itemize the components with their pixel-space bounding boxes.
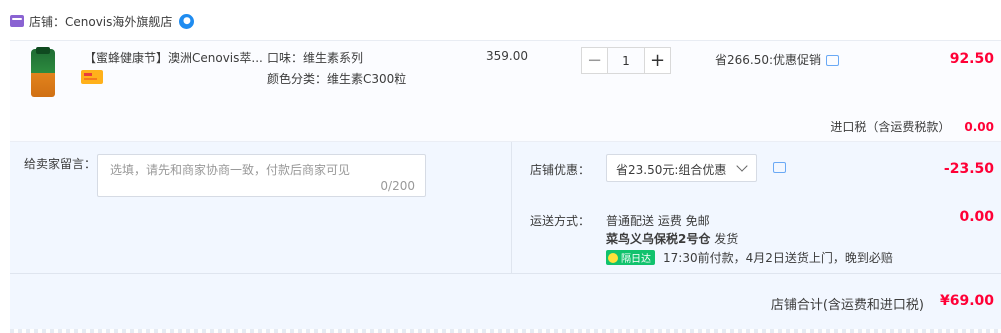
quantity-input[interactable]: 1	[608, 47, 644, 74]
message-textarea[interactable]: 选填，请先和商家协商一致，付款后商家可见 0/200	[97, 154, 426, 197]
bottle-image	[31, 47, 55, 97]
store-discount-label: 店铺优惠：	[530, 163, 591, 177]
promo-card-icon	[81, 70, 103, 84]
increase-quantity-button[interactable]: +	[644, 47, 671, 74]
message-char-count: 0/200	[380, 179, 415, 193]
import-tax-row: 进口税（含运费税款） 0.00	[830, 118, 994, 135]
dispatch-text: 发货	[714, 232, 739, 246]
warehouse-name: 菜鸟义乌保税2号仓	[606, 232, 711, 246]
spec-color: 颜色分类：维生素C300粒	[267, 72, 407, 86]
order-details: 给卖家留言： 选填，请先和商家协商一致，付款后商家可见 0/200 店铺优惠： …	[10, 142, 1001, 274]
delivery-note: 17:30前付款，4月2日送货上门，晚到必赔	[663, 251, 893, 265]
store-name[interactable]: 店铺：Cenovis海外旗舰店	[29, 13, 172, 30]
store-total-value: ¥69.00	[939, 293, 994, 309]
store-icon	[10, 15, 24, 27]
badge-label: 隔日达	[621, 254, 651, 265]
item-subtotal: 92.50	[949, 51, 994, 67]
product-thumbnail[interactable]	[28, 47, 58, 97]
import-tax-value: 0.00	[964, 120, 994, 134]
store-total-label: 店铺合计(含运费和进口税)	[770, 298, 924, 313]
delivery-promise: 隔日达 17:30前付款，4月2日送货上门，晚到必赔	[606, 249, 893, 266]
store-discount-select[interactable]: 省23.50元:组合优惠	[606, 154, 757, 182]
store-total-row: 店铺合计(含运费和进口税) ¥69.00	[10, 274, 1001, 329]
import-tax-label: 进口税（含运费税款）	[830, 120, 951, 134]
divider	[511, 142, 512, 274]
item-discount: 省266.50:优惠促销	[715, 51, 840, 68]
chevron-down-icon	[736, 160, 748, 172]
next-day-badge: 隔日达	[606, 250, 655, 265]
shipping-warehouse: 菜鸟义乌保税2号仓 发货	[606, 230, 738, 247]
store-discount-selected: 省23.50元:组合优惠	[616, 163, 727, 177]
message-label: 给卖家留言：	[24, 157, 97, 171]
comment-icon[interactable]	[826, 55, 840, 66]
chat-icon[interactable]: ●	[179, 13, 195, 29]
order-item: 【蜜蜂健康节】澳洲Cenovis萃... 口味：维生素系列 颜色分类：维生素C3…	[10, 40, 1001, 142]
store-header: 店铺：Cenovis海外旗舰店 ●	[10, 12, 195, 30]
item-row: 【蜜蜂健康节】澳洲Cenovis萃... 口味：维生素系列 颜色分类：维生素C3…	[10, 41, 1001, 101]
comment-icon[interactable]	[773, 162, 786, 173]
lightning-icon	[608, 252, 618, 263]
dashed-divider	[10, 329, 1001, 333]
shipping-method: 普通配送 运费 免邮	[606, 214, 710, 228]
spec-flavor: 口味：维生素系列	[267, 51, 364, 65]
quantity-stepper: − 1 +	[581, 47, 671, 74]
message-placeholder: 选填，请先和商家协商一致，付款后商家可见	[110, 163, 351, 177]
product-title[interactable]: 【蜜蜂健康节】澳洲Cenovis萃...	[84, 49, 263, 66]
unit-price: 359.00	[486, 49, 528, 63]
discount-text: 省266.50:优惠促销	[715, 53, 822, 67]
shipping-label: 运送方式：	[530, 214, 591, 228]
shipping-fee: 0.00	[959, 209, 994, 225]
decrease-quantity-button[interactable]: −	[581, 47, 608, 74]
store-discount-value: -23.50	[943, 161, 994, 177]
